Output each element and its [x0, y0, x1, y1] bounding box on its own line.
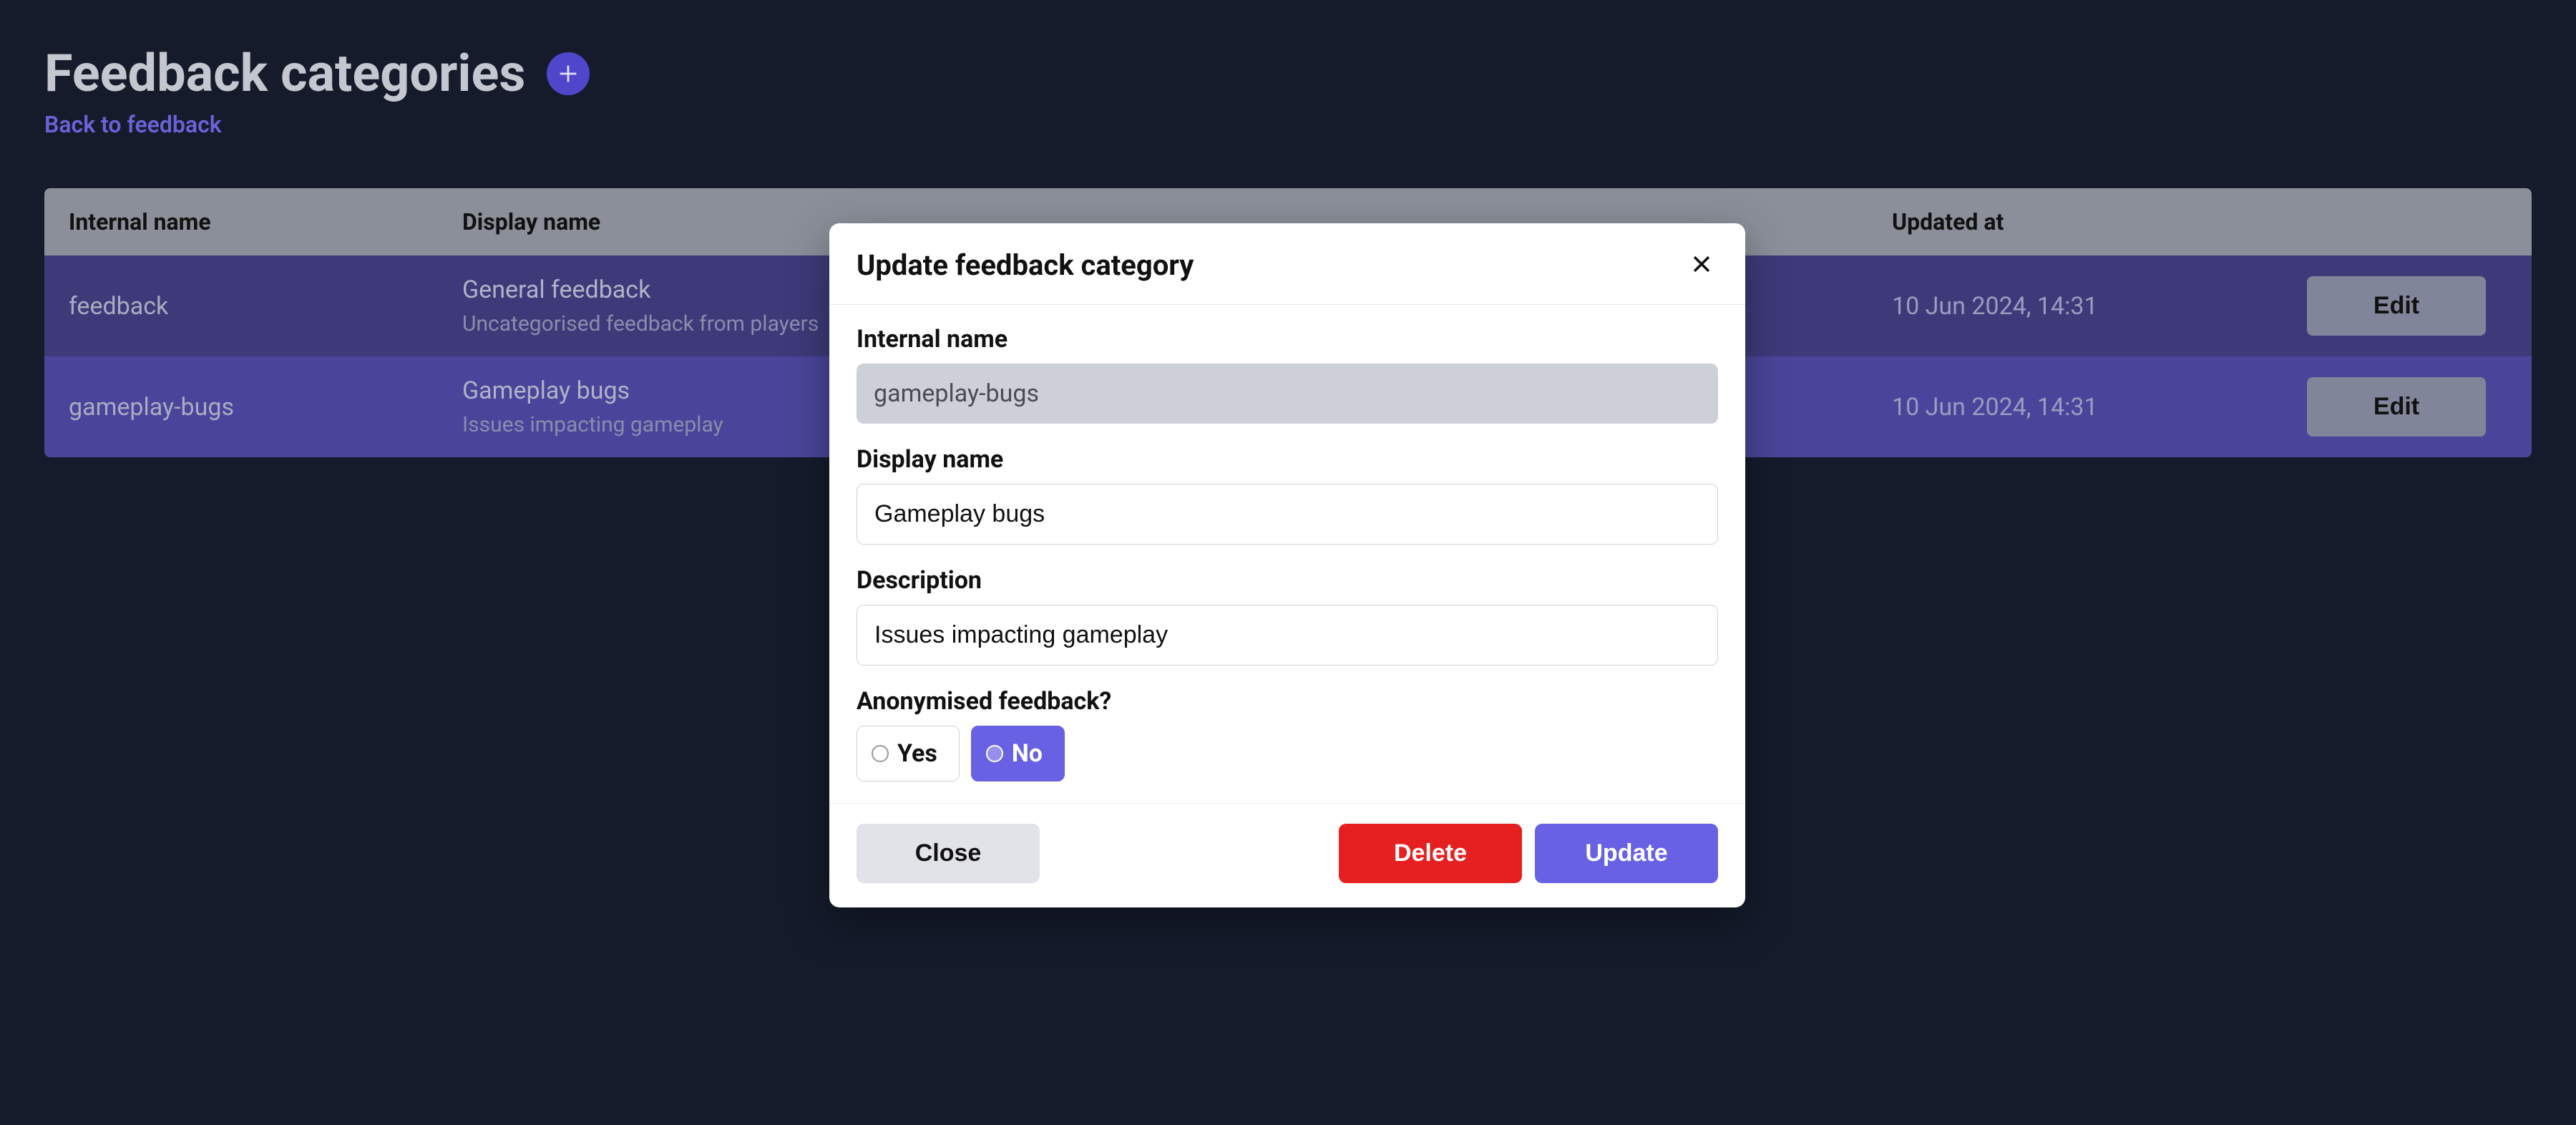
page-header: Feedback categories — [44, 43, 2532, 104]
internal-name-input: gameplay-bugs — [857, 364, 1718, 424]
close-button[interactable]: Close — [857, 824, 1040, 883]
radio-no-label: No — [1012, 739, 1043, 768]
anonymised-radio-group: Yes No — [857, 726, 1718, 781]
radio-option-yes[interactable]: Yes — [857, 726, 960, 781]
field-group-anonymised: Anonymised feedback? Yes No — [857, 687, 1718, 781]
column-header-actions — [2307, 208, 2507, 235]
edit-button[interactable]: Edit — [2307, 276, 2486, 336]
page-title: Feedback categories — [44, 43, 525, 104]
cell-updated-at: 10 Jun 2024, 14:31 — [1892, 292, 2307, 321]
cell-internal-name: gameplay-bugs — [69, 393, 462, 422]
delete-button[interactable]: Delete — [1339, 824, 1522, 883]
column-header-internal: Internal name — [69, 208, 462, 235]
column-header-updated: Updated at — [1892, 208, 2307, 235]
cell-internal-name: feedback — [69, 292, 462, 321]
field-group-display-name: Display name — [857, 445, 1718, 545]
display-name-input[interactable] — [857, 484, 1718, 545]
back-to-feedback-link[interactable]: Back to feedback — [44, 111, 222, 138]
modal-header: Update feedback category — [829, 223, 1745, 305]
modal-close-button[interactable] — [1685, 248, 1718, 283]
description-label: Description — [857, 566, 1718, 595]
internal-name-label: Internal name — [857, 325, 1718, 354]
update-button[interactable]: Update — [1535, 824, 1718, 883]
modal-title: Update feedback category — [857, 248, 1194, 282]
radio-yes-label: Yes — [897, 739, 937, 768]
display-name-label: Display name — [857, 445, 1718, 474]
anonymised-label: Anonymised feedback? — [857, 687, 1718, 716]
cell-actions: Edit — [2307, 276, 2507, 336]
field-group-internal-name: Internal name gameplay-bugs — [857, 325, 1718, 424]
radio-circle-icon — [986, 745, 1003, 762]
cell-actions: Edit — [2307, 377, 2507, 437]
close-icon — [1689, 252, 1714, 276]
field-group-description: Description — [857, 566, 1718, 666]
modal-footer: Close Delete Update — [829, 803, 1745, 907]
plus-icon — [556, 62, 580, 86]
update-category-modal: Update feedback category Internal name g… — [829, 223, 1745, 907]
radio-circle-icon — [872, 745, 889, 762]
modal-body: Internal name gameplay-bugs Display name… — [829, 305, 1745, 803]
add-category-button[interactable] — [547, 52, 590, 95]
radio-option-no[interactable]: No — [971, 726, 1065, 781]
description-input[interactable] — [857, 605, 1718, 666]
cell-updated-at: 10 Jun 2024, 14:31 — [1892, 393, 2307, 422]
edit-button[interactable]: Edit — [2307, 377, 2486, 437]
modal-footer-right: Delete Update — [1339, 824, 1718, 883]
